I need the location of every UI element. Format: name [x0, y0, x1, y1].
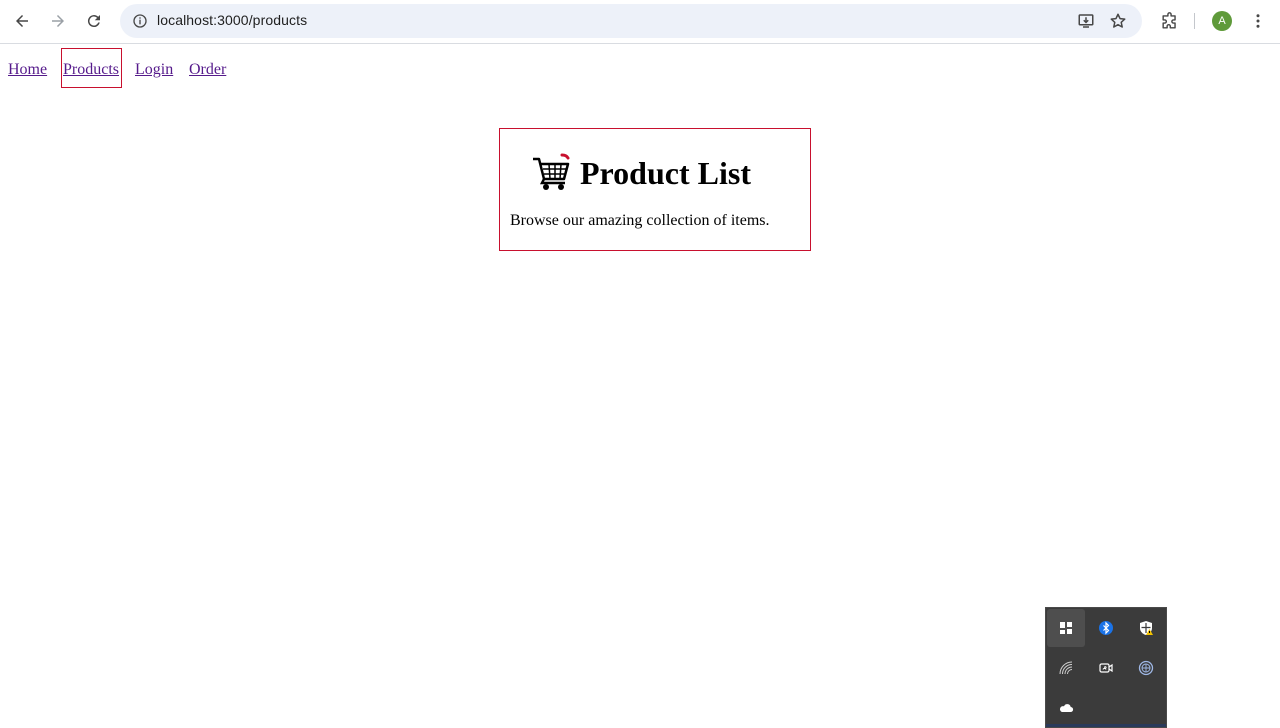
site-info-button[interactable] — [128, 9, 152, 33]
shopping-cart-icon — [533, 153, 570, 190]
onedrive-cloud-icon — [1059, 704, 1074, 713]
nav-link-login[interactable]: Login — [135, 60, 173, 80]
browser-toolbar: localhost:3000/products A — [0, 0, 1280, 44]
tray-item-vpn[interactable] — [1127, 649, 1165, 687]
tray-item-meet-now[interactable] — [1087, 649, 1125, 687]
tray-item-security-app[interactable] — [1047, 609, 1085, 647]
windows-security-app-icon — [1060, 622, 1072, 634]
star-icon — [1110, 13, 1126, 28]
bookmark-button[interactable] — [1106, 9, 1130, 33]
page-title: Product List — [580, 155, 751, 191]
vpn-globe-icon — [1138, 660, 1154, 676]
meet-now-icon — [1099, 663, 1113, 673]
nav-link-products[interactable]: Products — [61, 48, 122, 88]
toolbar-divider — [1194, 13, 1195, 29]
network-icon — [1059, 661, 1073, 675]
reload-button[interactable] — [79, 6, 109, 36]
nav-link-order[interactable]: Order — [189, 60, 226, 80]
arrow-right-icon — [52, 15, 64, 27]
system-tray-overflow — [1045, 607, 1167, 728]
tray-item-onedrive[interactable] — [1047, 689, 1085, 727]
product-list-card: Product List Browse our amazing collecti… — [499, 128, 811, 251]
tray-item-defender[interactable] — [1127, 609, 1165, 647]
forward-button[interactable] — [43, 6, 73, 36]
bluetooth-icon — [1099, 621, 1113, 635]
info-icon — [133, 14, 147, 28]
nav-link-home[interactable]: Home — [8, 60, 47, 80]
reload-icon — [87, 15, 100, 28]
browser-menu-button[interactable] — [1244, 7, 1272, 35]
back-button[interactable] — [7, 6, 37, 36]
install-app-button[interactable] — [1074, 9, 1098, 33]
puzzle-icon — [1161, 11, 1176, 29]
page-description: Browse our amazing collection of items. — [510, 212, 770, 229]
profile-avatar[interactable]: A — [1212, 11, 1232, 31]
tray-accent-strip — [1046, 724, 1166, 727]
kebab-menu-icon — [1256, 14, 1260, 28]
tray-item-bluetooth[interactable] — [1087, 609, 1125, 647]
defender-warning-icon — [1140, 621, 1153, 635]
extensions-button[interactable] — [1155, 7, 1183, 35]
address-bar[interactable]: localhost:3000/products — [120, 4, 1142, 38]
tray-item-network[interactable] — [1047, 649, 1085, 687]
url-text[interactable]: localhost:3000/products — [157, 12, 307, 28]
install-app-icon — [1078, 14, 1094, 28]
arrow-left-icon — [16, 15, 28, 27]
